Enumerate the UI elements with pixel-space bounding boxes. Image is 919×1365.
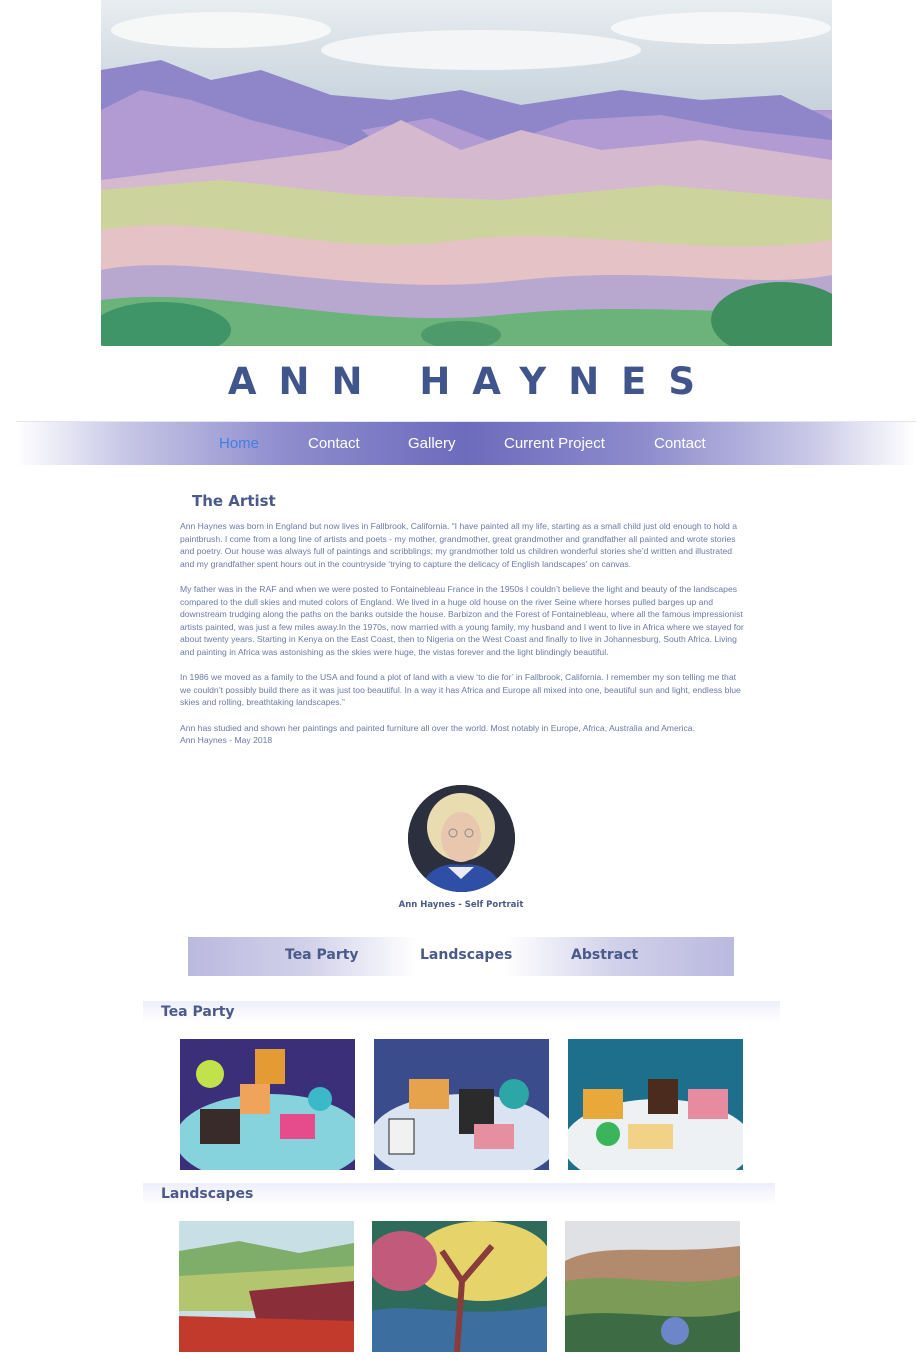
bio-paragraph: Ann Haynes was born in England but now l… [180,521,737,569]
main-nav: Home Contact Gallery Current Project Con… [16,421,916,465]
self-portrait-image[interactable] [408,785,515,892]
nav-gallery[interactable]: Gallery [408,435,456,452]
nav-home[interactable]: Home [219,435,259,452]
hero-painting [101,0,832,346]
bio-paragraph: Ann has studied and shown her paintings … [180,722,695,746]
category-title-landscapes: Landscapes [161,1186,254,1202]
tea-party-painting-2[interactable] [374,1039,549,1170]
tab-landscapes[interactable]: Landscapes [420,947,512,963]
nav-contact[interactable]: Contact [308,435,360,452]
bio-paragraph: In 1986 we moved as a family to the USA … [180,672,741,708]
artist-bio: Ann Haynes was born in England but now l… [180,520,745,759]
nav-current-project[interactable]: Current Project [504,435,605,452]
gallery-tabs: Tea Party Landscapes Abstract [188,937,734,976]
category-band [143,1001,780,1023]
artist-heading: The Artist [192,492,276,510]
tea-party-painting-1[interactable] [180,1039,355,1170]
landscape-painting-1[interactable] [179,1221,354,1352]
landscape-painting-2[interactable] [372,1221,547,1352]
nav-contact-2[interactable]: Contact [654,435,706,452]
tab-abstract[interactable]: Abstract [571,947,638,963]
tab-tea-party[interactable]: Tea Party [285,947,359,963]
bio-paragraph: My father was in the RAF and when we wer… [180,583,744,657]
landscape-painting-3[interactable] [565,1221,740,1352]
portrait-caption: Ann Haynes - Self Portrait [398,900,524,910]
category-title-tea-party: Tea Party [161,1004,235,1020]
tea-party-painting-3[interactable] [568,1039,743,1170]
site-title: ANN HAYNES [227,360,718,403]
